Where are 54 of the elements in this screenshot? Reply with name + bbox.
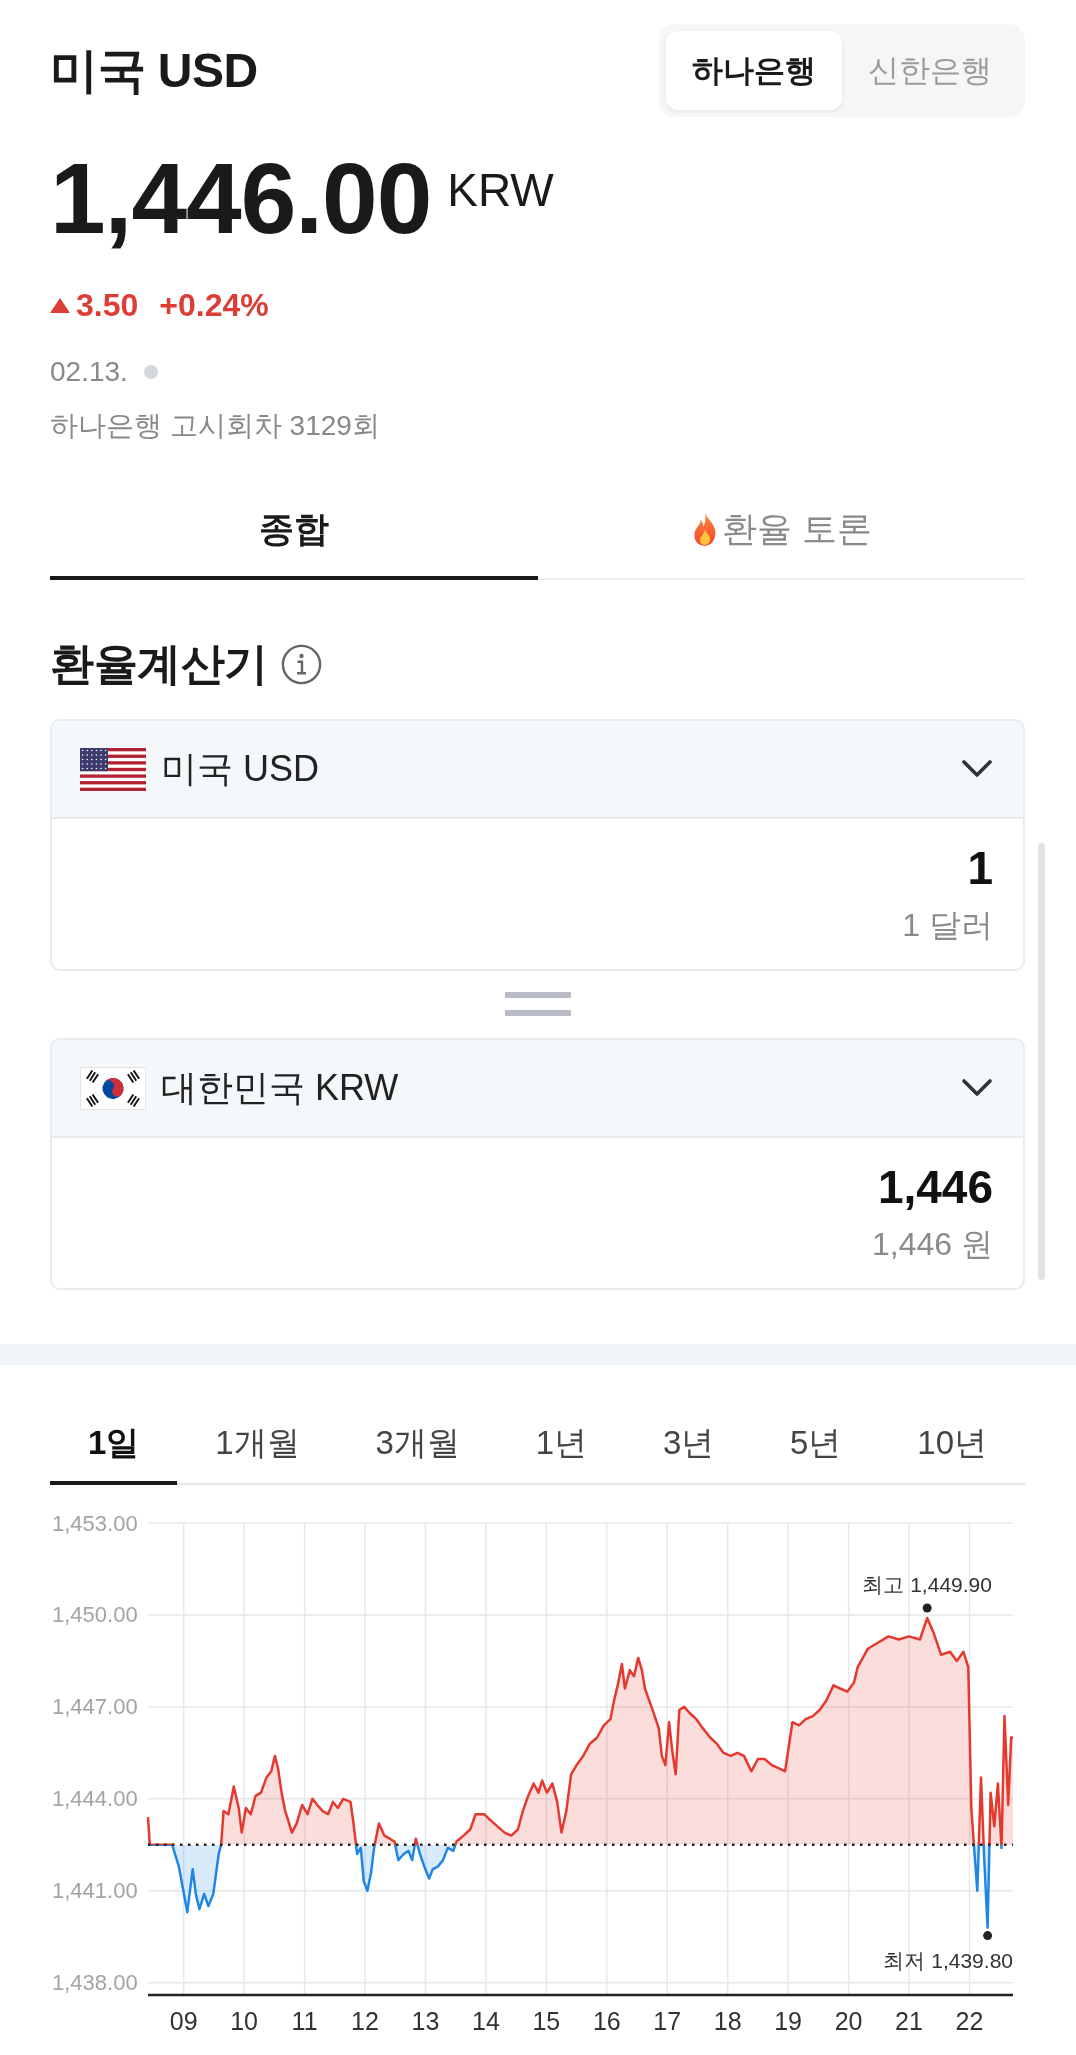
currency-title: 미국 USD <box>50 42 258 99</box>
x-axis-label: 11 <box>291 2007 318 2035</box>
y-axis-label: 1,453.00 <box>52 1510 138 1536</box>
low-point-icon <box>983 1931 993 1941</box>
exchange-rate: 1,446.00 <box>50 148 432 248</box>
chevron-down-icon <box>961 759 993 779</box>
period-tab[interactable]: 5년 <box>752 1403 880 1485</box>
equals-icon <box>504 992 571 1016</box>
x-axis-label: 09 <box>169 2007 198 2035</box>
us-flag-icon <box>80 747 146 791</box>
x-axis-label: 12 <box>351 2007 379 2035</box>
currency-unit: KRW <box>447 167 554 213</box>
x-axis-label: 16 <box>592 2007 621 2035</box>
section-heading: 환율계산기 <box>50 638 268 690</box>
info-icon[interactable] <box>280 643 322 685</box>
x-axis-label: 21 <box>895 2007 923 2035</box>
period-tab[interactable]: 10년 <box>879 1403 1025 1485</box>
x-axis-label: 15 <box>532 2007 561 2035</box>
notice-round: 하나은행 고시회차 3129회 <box>50 409 381 443</box>
y-axis-label: 1,450.00 <box>52 1602 138 1628</box>
period-tab[interactable]: 3년 <box>624 1403 753 1485</box>
rate-date: 02.13. <box>50 355 128 389</box>
amount-field[interactable]: 1 <box>82 841 993 895</box>
x-axis-label: 19 <box>774 2007 803 2035</box>
x-axis-label: 13 <box>411 2007 440 2035</box>
bank-option[interactable]: 하나은행 <box>666 31 842 110</box>
period-tab[interactable]: 1일 <box>50 1403 178 1485</box>
amount-in-words: 1,446 원 <box>872 1225 993 1264</box>
x-axis-label: 22 <box>955 2007 984 2035</box>
korea-flag-icon <box>80 1066 146 1110</box>
x-axis-label: 17 <box>653 2007 682 2035</box>
x-axis-label: 14 <box>472 2007 500 2035</box>
period-tab[interactable]: 1년 <box>497 1403 625 1485</box>
x-axis-label: 18 <box>713 2007 742 2035</box>
amount-in-words: 1 달러 <box>902 906 993 945</box>
x-axis-label: 10 <box>230 2007 258 2035</box>
y-axis-label: 1,441.00 <box>52 1878 138 1904</box>
low-value-label: 최저 1,439.80 <box>883 1948 1013 1972</box>
currency-dropdown[interactable]: 미국 USD <box>52 721 1023 819</box>
high-point-icon <box>922 1603 932 1613</box>
amount-field[interactable]: 1,446 <box>82 1160 993 1214</box>
period-tab[interactable]: 1개월 <box>177 1403 338 1485</box>
high-value-label: 최고 1,449.90 <box>862 1573 992 1596</box>
section-tab[interactable]: 종합 <box>50 478 538 580</box>
y-axis-label: 1,444.00 <box>52 1786 138 1812</box>
chevron-down-icon <box>961 1078 993 1098</box>
change-percent: +0.24% <box>159 286 269 325</box>
change-amount: 3.50 <box>76 286 139 325</box>
y-axis-label: 1,438.00 <box>52 1970 138 1996</box>
period-tab[interactable]: 3개월 <box>337 1403 498 1485</box>
currency-dropdown[interactable]: 대한민국 KRW <box>52 1040 1023 1138</box>
status-dot-icon <box>143 365 158 379</box>
y-axis-label: 1,447.00 <box>52 1694 138 1720</box>
x-axis-label: 20 <box>834 2007 863 2035</box>
